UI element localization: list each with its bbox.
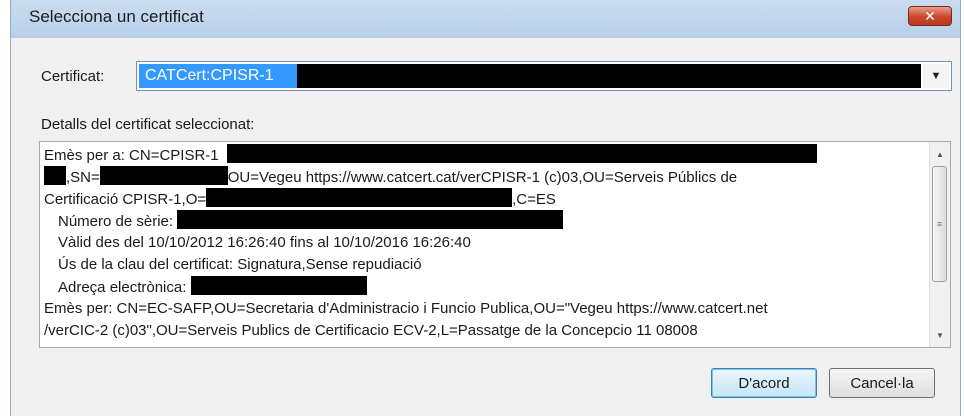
ou-text: OU=Vegeu https://www.catcert.cat/verCPIS… xyxy=(227,169,738,186)
ok-button[interactable]: D'acord xyxy=(711,368,817,398)
close-button[interactable]: ✕ xyxy=(908,6,952,26)
country: ,C=ES xyxy=(512,191,556,208)
redacted-region xyxy=(44,166,66,185)
serial-label: Número de sèrie: xyxy=(58,213,174,230)
details-label: Detalls del certificat seleccionat: xyxy=(41,116,255,133)
certificate-details-box[interactable]: Emès per a: CN=CPISR-1 ,SN= OU=Vegeu http… xyxy=(39,141,951,348)
dialog-body: Certificat: CATCert:CPISR-1 ▼ Detalls de… xyxy=(11,38,960,416)
selected-certificate: CATCert:CPISR-1 xyxy=(139,64,297,88)
dialog-title: Selecciona un certificat xyxy=(29,7,204,26)
certificate-select[interactable]: CATCert:CPISR-1 ▼ xyxy=(136,61,952,91)
key-usage: Ús de la clau del certificat: Signatura,… xyxy=(58,256,422,273)
scroll-up-icon[interactable]: ▲ xyxy=(930,144,950,164)
certificate-details-text: Emès per a: CN=CPISR-1 ,SN= OU=Vegeu http… xyxy=(44,144,924,342)
redacted-region xyxy=(99,166,228,185)
certificate-label: Certificat: xyxy=(41,68,105,85)
redacted-region: CATCert:CPISR-1 xyxy=(139,64,921,88)
cancel-button[interactable]: Cancel·la xyxy=(829,368,935,398)
redacted-region xyxy=(206,188,513,207)
email-label: Adreça electrònica: xyxy=(58,279,187,296)
vertical-scrollbar[interactable]: ▲ ≡ ▼ xyxy=(929,142,950,347)
redacted-region xyxy=(177,210,564,229)
chevron-down-icon[interactable]: ▼ xyxy=(923,64,949,88)
sn-label: ,SN= xyxy=(66,169,100,186)
issued-by-1: Emès per: CN=EC-SAFP,OU=Secretaria d'Adm… xyxy=(44,300,768,317)
certificate-dialog: Selecciona un certificat ✕ Certificat: C… xyxy=(10,0,961,416)
validity: Vàlid des del 10/10/2012 16:26:40 fins a… xyxy=(58,234,471,251)
close-icon: ✕ xyxy=(924,7,936,24)
issued-to: Emès per a: CN=CPISR-1 xyxy=(44,147,219,164)
scroll-thumb[interactable]: ≡ xyxy=(932,166,947,282)
issued-by-2: /verCIC-2 (c)03",OU=Serveis Publics de C… xyxy=(44,322,698,339)
title-bar[interactable]: Selecciona un certificat ✕ xyxy=(11,0,960,38)
cert-org: Certificació CPISR-1,O= xyxy=(44,191,207,208)
redacted-region xyxy=(226,144,817,163)
redacted-region xyxy=(190,276,367,295)
scroll-down-icon[interactable]: ▼ xyxy=(930,325,950,345)
